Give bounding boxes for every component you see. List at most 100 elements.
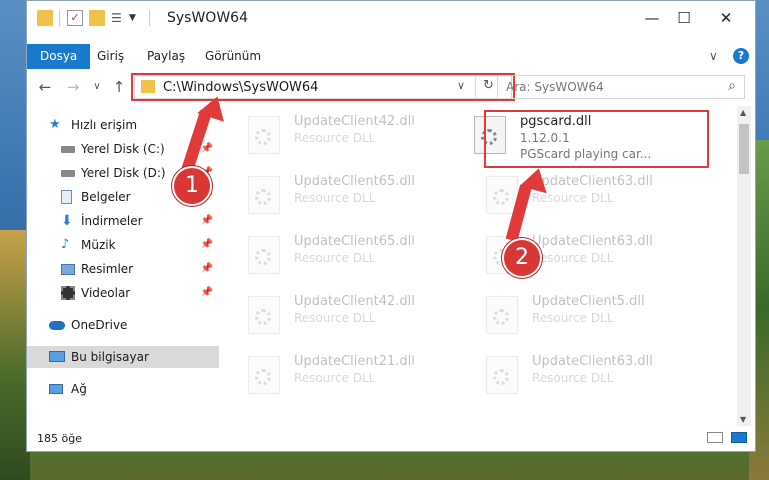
- tab-home[interactable]: Giriş: [87, 44, 134, 69]
- file-name: UpdateClient21.dll: [294, 354, 415, 369]
- file-type: Resource DLL: [294, 191, 376, 205]
- recent-locations-button[interactable]: ∨: [87, 77, 107, 97]
- sidebar-item-music[interactable]: ♪ Müzik 📌: [27, 234, 219, 256]
- documents-icon: [61, 190, 72, 204]
- videos-icon: [61, 286, 75, 300]
- separator: [149, 10, 151, 26]
- vertical-scrollbar[interactable]: ▲ ▼: [737, 106, 751, 426]
- sidebar-item-videos[interactable]: Videolar 📌: [27, 282, 219, 304]
- file-highlight-box: [484, 110, 709, 168]
- computer-icon: [49, 351, 65, 362]
- dll-file-icon: [248, 356, 280, 394]
- explorer-window: ✓ ☰ ▼ SysWOW64 — ☐ ✕ Dosya Giriş Paylaş …: [26, 0, 756, 452]
- file-item[interactable]: UpdateClient63.dll Resource DLL: [462, 350, 692, 400]
- file-name: UpdateClient63.dll: [532, 354, 653, 369]
- item-count: 185 öğe: [37, 432, 82, 445]
- pin-icon: 📌: [200, 263, 213, 274]
- details-view-icon[interactable]: [707, 432, 723, 443]
- sidebar-item-quick-access[interactable]: ★ Hızlı erişim: [27, 114, 219, 136]
- scroll-down-icon[interactable]: ▼: [740, 415, 746, 424]
- file-type: Resource DLL: [532, 191, 614, 205]
- dll-file-icon: [248, 296, 280, 334]
- dll-file-icon: [248, 176, 280, 214]
- pin-icon: 📌: [200, 287, 213, 298]
- file-name: UpdateClient65.dll: [294, 174, 415, 189]
- cloud-icon: [49, 321, 65, 330]
- maximize-button[interactable]: ☐: [669, 7, 699, 29]
- file-name: UpdateClient63.dll: [532, 234, 653, 249]
- minimize-button[interactable]: —: [637, 7, 667, 29]
- file-item[interactable]: UpdateClient21.dll Resource DLL: [224, 350, 454, 400]
- sidebar-item-label: Videolar: [81, 286, 131, 300]
- title-bar: ✓ ☰ ▼ SysWOW64 — ☐ ✕: [27, 1, 755, 35]
- sidebar-item-downloads[interactable]: ⬇ İndirmeler 📌: [27, 210, 219, 232]
- search-icon: ⌕: [728, 78, 736, 94]
- drive-icon: [61, 146, 75, 153]
- file-name: UpdateClient5.dll: [532, 294, 645, 309]
- file-item[interactable]: UpdateClient5.dll Resource DLL: [462, 290, 692, 340]
- sidebar-item-label: Yerel Disk (C:): [81, 142, 165, 156]
- scroll-up-icon[interactable]: ▲: [740, 108, 746, 117]
- pictures-icon: [61, 264, 75, 275]
- tab-share[interactable]: Paylaş: [137, 44, 195, 69]
- search-box[interactable]: Ara: SysWOW64 ⌕: [497, 75, 745, 99]
- step-2-badge: 2: [502, 238, 542, 278]
- network-icon: [49, 384, 63, 394]
- help-icon[interactable]: ?: [733, 48, 749, 64]
- sidebar-item-label: OneDrive: [71, 318, 128, 332]
- back-button[interactable]: ←: [35, 77, 55, 97]
- step-1-badge: 1: [172, 166, 212, 206]
- file-name: UpdateClient42.dll: [294, 114, 415, 129]
- tab-file[interactable]: Dosya: [27, 44, 91, 69]
- file-item[interactable]: UpdateClient65.dll Resource DLL: [224, 230, 454, 280]
- window-title: SysWOW64: [167, 10, 248, 26]
- up-button[interactable]: ↑: [109, 77, 129, 97]
- sidebar-item-label: Yerel Disk (D:): [81, 166, 166, 180]
- sidebar-item-label: Müzik: [81, 238, 116, 252]
- ribbon-expand-icon[interactable]: ∨: [699, 44, 728, 69]
- file-type: Resource DLL: [532, 371, 614, 385]
- file-item[interactable]: UpdateClient42.dll Resource DLL: [224, 290, 454, 340]
- file-item[interactable]: UpdateClient63.dll Resource DLL: [462, 170, 692, 220]
- new-folder-icon[interactable]: [89, 10, 105, 26]
- quick-access-dropdown-icon[interactable]: ▼: [129, 10, 145, 26]
- drive-icon: [61, 170, 75, 177]
- sidebar-item-label: Belgeler: [81, 190, 131, 204]
- search-placeholder: Ara: SysWOW64: [506, 80, 604, 94]
- file-name: UpdateClient42.dll: [294, 294, 415, 309]
- file-type: Resource DLL: [532, 311, 614, 325]
- dll-file-icon: [486, 356, 518, 394]
- file-list: UpdateClient42.dll Resource DLL pgscard.…: [224, 106, 732, 426]
- pin-icon: 📌: [200, 239, 213, 250]
- customize-toolbar-icon[interactable]: ☰: [111, 10, 127, 26]
- status-bar: 185 öğe: [27, 426, 755, 450]
- tab-view[interactable]: Görünüm: [195, 44, 271, 69]
- close-button[interactable]: ✕: [711, 7, 741, 29]
- file-name: UpdateClient65.dll: [294, 234, 415, 249]
- scrollbar-thumb[interactable]: [739, 124, 749, 174]
- properties-icon[interactable]: ✓: [67, 10, 83, 26]
- star-icon: ★: [49, 117, 61, 132]
- sidebar-item-label: Bu bilgisayar: [71, 350, 149, 364]
- sidebar-item-label: İndirmeler: [81, 214, 143, 228]
- forward-button[interactable]: →: [63, 77, 83, 97]
- file-item[interactable]: UpdateClient65.dll Resource DLL: [224, 170, 454, 220]
- large-icons-view-icon[interactable]: [731, 432, 747, 443]
- sidebar-item-onedrive[interactable]: OneDrive: [27, 314, 219, 336]
- sidebar-item-network[interactable]: Ağ: [27, 378, 219, 400]
- sidebar-item-this-pc[interactable]: Bu bilgisayar: [27, 346, 219, 368]
- address-highlight-box: [131, 73, 515, 101]
- ribbon-tabs: Dosya Giriş Paylaş Görünüm ∨ ?: [27, 44, 755, 71]
- pin-icon: 📌: [200, 215, 213, 226]
- file-item[interactable]: UpdateClient63.dll Resource DLL: [462, 230, 692, 280]
- file-type: Resource DLL: [294, 131, 376, 145]
- sidebar-item-pictures[interactable]: Resimler 📌: [27, 258, 219, 280]
- file-type: Resource DLL: [294, 371, 376, 385]
- folder-icon: [37, 10, 53, 26]
- dll-file-icon: [486, 296, 518, 334]
- download-icon: ⬇: [61, 213, 73, 229]
- dll-file-icon: [248, 116, 280, 154]
- music-icon: ♪: [61, 237, 70, 252]
- file-type: Resource DLL: [532, 251, 614, 265]
- file-item[interactable]: UpdateClient42.dll Resource DLL: [224, 110, 454, 160]
